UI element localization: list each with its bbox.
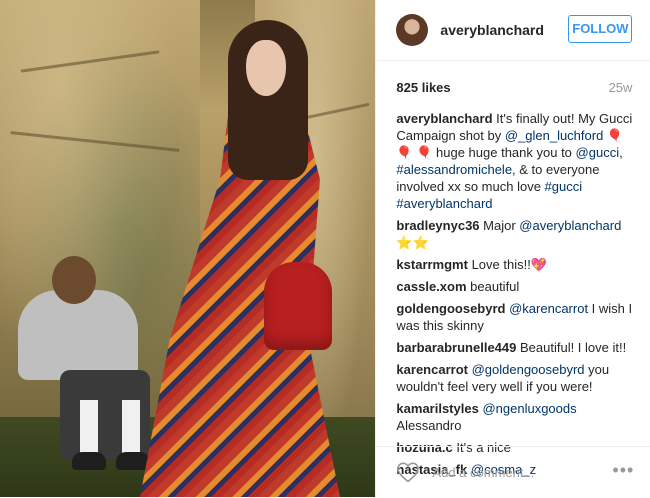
comment-tag-link[interactable]: @averyblanchard [519,218,621,233]
comment-username[interactable]: averyblanchard [396,111,492,126]
instagram-post: averyblanchard FOLLOW 825 likes 25w aver… [0,0,650,497]
photo-handbag [264,262,332,350]
comment-username[interactable]: karencarrot [396,362,468,377]
comment-text: Alessandro [396,418,462,433]
comment-username[interactable]: kamarilstyles [396,401,478,416]
post-photo[interactable] [0,0,376,497]
avatar[interactable] [396,14,429,46]
photo-sock [80,400,98,455]
likes-count[interactable]: 825 likes [396,80,450,95]
comment-text: Beautiful! I love it!! [516,340,627,355]
heart-icon[interactable] [396,461,420,483]
post-header: averyblanchard FOLLOW [376,0,650,61]
photo-sock [122,400,140,455]
comment-username[interactable]: kstarrmgmt [396,257,468,272]
comment-item: averyblanchard It's finally out! My Gucc… [396,110,632,212]
likes-row: 825 likes 25w [396,80,632,95]
comment-username[interactable]: bradleynyc36 [396,218,479,233]
comment-text: beautiful [466,279,520,294]
photo-shoe [116,452,150,470]
post-username[interactable]: averyblanchard [440,22,544,38]
comment-text: , [619,145,623,160]
comment-tag-link[interactable]: #gucci [545,179,583,194]
comment-username[interactable]: cassle.xom [396,279,466,294]
follow-button[interactable]: FOLLOW [568,15,633,43]
comment-item: kstarrmgmt Love this!!💖 [396,256,632,273]
comment-tag-link[interactable]: #alessandromichele [396,162,512,177]
post-side-panel: averyblanchard FOLLOW 825 likes 25w aver… [375,0,650,497]
photo-boy-head [52,256,96,304]
comment-item: cassle.xom beautiful [396,278,632,295]
comment-tag-link[interactable]: @karencarrot [509,301,588,316]
comments-list: averyblanchard It's finally out! My Gucc… [396,110,632,483]
comment-tag-link[interactable]: @_glen_luchford [505,128,603,143]
post-footer: ••• [376,446,650,498]
photo-shoe [72,452,106,470]
comment-tag-link[interactable]: @goldengoosebyrd [472,362,585,377]
comment-item: kamarilstyles @ngenluxgoods Alessandro [396,400,632,434]
add-comment-input[interactable] [430,458,585,486]
comment-username[interactable]: barbarabrunelle449 [396,340,516,355]
more-options-icon[interactable]: ••• [612,461,636,479]
comment-username[interactable]: goldengoosebyrd [396,301,505,316]
photo-face [246,40,286,96]
comment-item: bradleynyc36 Major @averyblanchard ⭐⭐ [396,217,632,251]
comment-text: Major [479,218,520,233]
comment-tag-link[interactable]: @gucci [576,145,620,160]
comment-text: Love this!!💖 [467,257,548,272]
comment-tag-link[interactable]: @ngenluxgoods [482,401,576,416]
comment-text: ⭐⭐ [396,235,429,250]
post-time[interactable]: 25w [609,80,633,95]
comment-item: goldengoosebyrd @karencarrot I wish I wa… [396,300,632,334]
comment-item: barbarabrunelle449 Beautiful! I love it!… [396,339,632,356]
comment-item: karencarrot @goldengoosebyrd you wouldn'… [396,361,632,395]
comment-tag-link[interactable]: #averyblanchard [396,196,492,211]
